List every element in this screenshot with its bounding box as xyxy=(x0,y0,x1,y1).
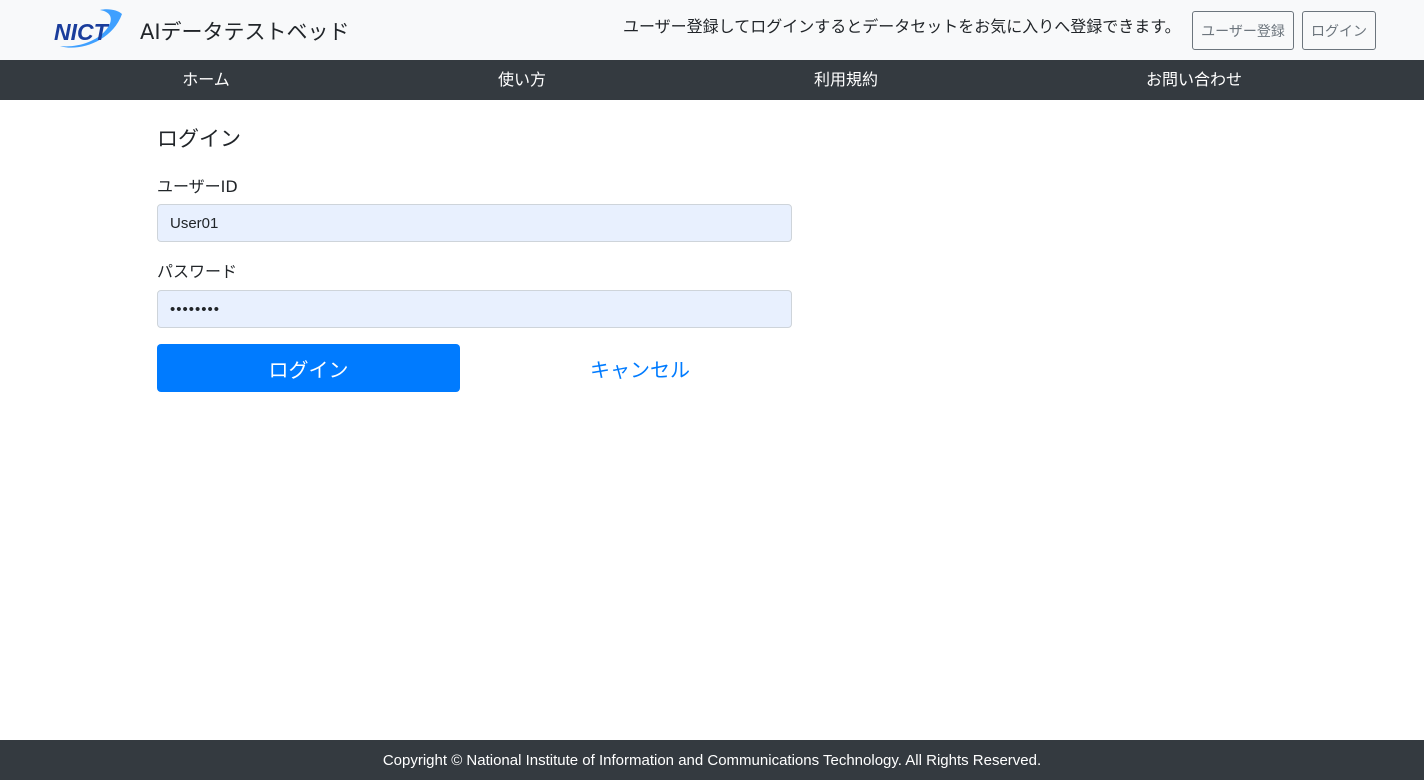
nict-logo[interactable]: NICT xyxy=(50,6,126,54)
site-title[interactable]: AIデータテストベッド xyxy=(140,16,350,46)
register-button[interactable]: ユーザー登録 xyxy=(1192,11,1294,50)
top-header: NICT AIデータテストベッド ユーザー登録してログインするとデータセットをお… xyxy=(0,0,1424,60)
nav-item-contact[interactable]: お問い合わせ xyxy=(1146,60,1242,100)
nav-item-terms[interactable]: 利用規約 xyxy=(814,60,878,100)
main-navbar: ホーム 使い方 利用規約 お問い合わせ xyxy=(0,60,1424,100)
logo-text: NICT xyxy=(54,19,110,45)
nav-item-how-to-use[interactable]: 使い方 xyxy=(498,60,546,100)
user-id-label: ユーザーID xyxy=(157,177,238,196)
copyright-text: Copyright © National Institute of Inform… xyxy=(382,751,1042,769)
password-input[interactable] xyxy=(157,290,792,328)
password-label: パスワード xyxy=(157,262,238,281)
footer: Copyright © National Institute of Inform… xyxy=(0,740,1424,780)
nav-item-home[interactable]: ホーム xyxy=(182,60,230,100)
register-note: ユーザー登録してログインするとデータセットをお気に入りへ登録できます。 xyxy=(623,17,1181,36)
user-id-input[interactable] xyxy=(157,204,792,242)
login-submit-button[interactable]: ログイン xyxy=(157,344,460,392)
page-title: ログイン xyxy=(157,127,241,151)
cancel-link[interactable]: キャンセル xyxy=(590,354,690,383)
header-login-button[interactable]: ログイン xyxy=(1302,11,1376,50)
